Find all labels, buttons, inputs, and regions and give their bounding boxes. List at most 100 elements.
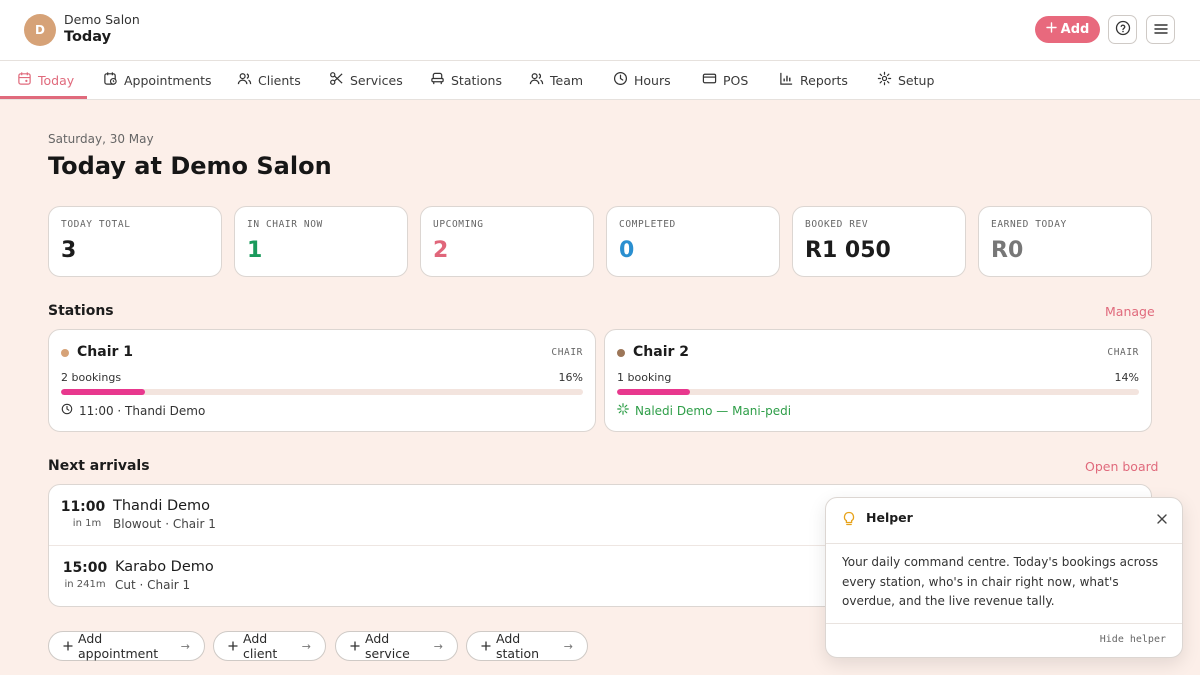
arrival-detail: Cut · Chair 1 (115, 578, 191, 592)
tab-appointments[interactable]: Appointments (103, 61, 212, 99)
stat-in-chair-now: IN CHAIR NOW 1 (234, 206, 408, 277)
helper-text: Your daily command centre. Today's booki… (842, 555, 1159, 608)
tab-label: Appointments (124, 72, 212, 88)
tab-label: Clients (258, 72, 301, 88)
station-color-dot (61, 349, 69, 357)
station-name: Chair 1 (77, 344, 134, 360)
tab-pos[interactable]: POS (702, 61, 748, 99)
station-type: CHAIR (1107, 347, 1139, 358)
help-button[interactable] (1108, 15, 1137, 44)
client-name: Karabo Demo (115, 559, 214, 575)
quick-action-label: Add station (496, 631, 540, 661)
utilization-bar (617, 389, 1139, 395)
stat-value: 0 (619, 238, 635, 263)
chair-icon (430, 71, 445, 89)
date-label: Saturday, 30 May (48, 132, 154, 146)
tab-setup[interactable]: Setup (877, 61, 934, 99)
tab-label: Hours (634, 72, 671, 88)
add-client-button[interactable]: Add client → (213, 631, 326, 661)
menu-button[interactable] (1146, 15, 1175, 44)
station-utilization: 14% (1114, 371, 1139, 384)
lightbulb-icon (842, 511, 856, 531)
manage-stations-link[interactable]: Manage (1105, 304, 1155, 319)
plus-icon (481, 639, 491, 654)
calendar-clock-icon (103, 71, 118, 89)
tab-services[interactable]: Services (329, 61, 403, 99)
stat-label: TODAY TOTAL (61, 219, 131, 230)
tab-label: Services (350, 72, 403, 88)
tab-label: POS (723, 72, 749, 88)
sparkle-icon (617, 403, 629, 418)
utilization-bar (61, 389, 583, 395)
quick-action-label: Add client (243, 631, 278, 661)
add-appointment-button[interactable]: Add appointment → (48, 631, 205, 661)
utilization-fill (61, 389, 145, 395)
station-color-dot (617, 349, 625, 357)
station-bookings: 1 booking (617, 371, 672, 384)
gear-icon (877, 71, 892, 89)
help-circle-icon (1115, 20, 1131, 40)
tab-label: Team (550, 72, 584, 88)
open-board-link[interactable]: Open board (1085, 459, 1158, 474)
plus-icon (228, 639, 238, 654)
tab-team[interactable]: Team (529, 61, 583, 99)
stat-label: IN CHAIR NOW (247, 219, 323, 230)
next-arrivals-heading: Next arrivals (48, 458, 150, 474)
users-icon (237, 71, 252, 89)
station-utilization: 16% (558, 371, 583, 384)
tab-label: Today (38, 72, 75, 88)
calendar-today-icon (17, 71, 32, 89)
arrival-time: 15:00 (62, 560, 108, 576)
station-type: CHAIR (551, 347, 583, 358)
tab-label: Setup (898, 72, 935, 88)
add-service-button[interactable]: Add service → (335, 631, 458, 661)
helper-header: Helper (826, 498, 1182, 544)
tab-clients[interactable]: Clients (237, 61, 301, 99)
scissors-icon (329, 71, 344, 89)
quick-action-label: Add service (365, 631, 410, 661)
quick-action-label: Add appointment (78, 631, 159, 661)
close-icon[interactable] (1156, 510, 1168, 529)
arrival-relative: in 241m (64, 579, 106, 590)
team-icon (529, 71, 544, 89)
utilization-fill (617, 389, 691, 395)
hamburger-icon (1153, 20, 1168, 39)
stat-label: BOOKED REV (805, 219, 869, 230)
helper-footer: Hide helper (826, 623, 1182, 658)
arrival-detail: Blowout · Chair 1 (113, 517, 216, 531)
stat-label: COMPLETED (619, 219, 676, 230)
stat-value: R0 (991, 238, 1024, 263)
arrow-right-icon: → (301, 639, 311, 653)
clock-icon (613, 71, 628, 89)
station-name: Chair 2 (633, 344, 690, 360)
stat-value: 3 (61, 238, 77, 263)
stations-heading: Stations (48, 303, 114, 319)
station-in-chair-booking[interactable]: Naledi Demo — Mani-pedi (617, 403, 791, 418)
helper-title: Helper (866, 510, 913, 525)
station-next-booking[interactable]: 11:00 · Thandi Demo (61, 403, 205, 418)
tab-label: Reports (800, 72, 848, 88)
hide-helper-button[interactable]: Hide helper (1100, 634, 1166, 645)
add-button-label: Add (1060, 22, 1090, 37)
salon-avatar[interactable]: D (24, 14, 56, 46)
add-button[interactable]: Add (1035, 16, 1100, 43)
tab-stations[interactable]: Stations (430, 61, 502, 99)
tab-hours[interactable]: Hours (613, 61, 671, 99)
stat-value: 2 (433, 238, 449, 263)
station-card-chair-1[interactable]: Chair 1 CHAIR 2 bookings 16% 11:00 · Tha… (48, 329, 596, 432)
tab-today[interactable]: Today (17, 61, 74, 99)
active-tab-indicator (0, 96, 87, 99)
arrival-time: 11:00 (60, 499, 106, 515)
stat-label: UPCOMING (433, 219, 484, 230)
station-card-chair-2[interactable]: Chair 2 CHAIR 1 booking 14% Naledi Demo … (604, 329, 1152, 432)
arrow-right-icon: → (433, 639, 443, 653)
stat-upcoming: UPCOMING 2 (420, 206, 594, 277)
stat-value: R1 050 (805, 238, 891, 263)
tab-reports[interactable]: Reports (779, 61, 848, 99)
stat-earned-today: EARNED TODAY R0 (978, 206, 1152, 277)
plus-icon (1045, 22, 1057, 37)
next-booking-label: 11:00 · Thandi Demo (79, 403, 206, 418)
helper-panel: Helper Your daily command centre. Today'… (825, 497, 1183, 658)
add-station-button[interactable]: Add station → (466, 631, 588, 661)
tab-label: Stations (451, 72, 502, 88)
